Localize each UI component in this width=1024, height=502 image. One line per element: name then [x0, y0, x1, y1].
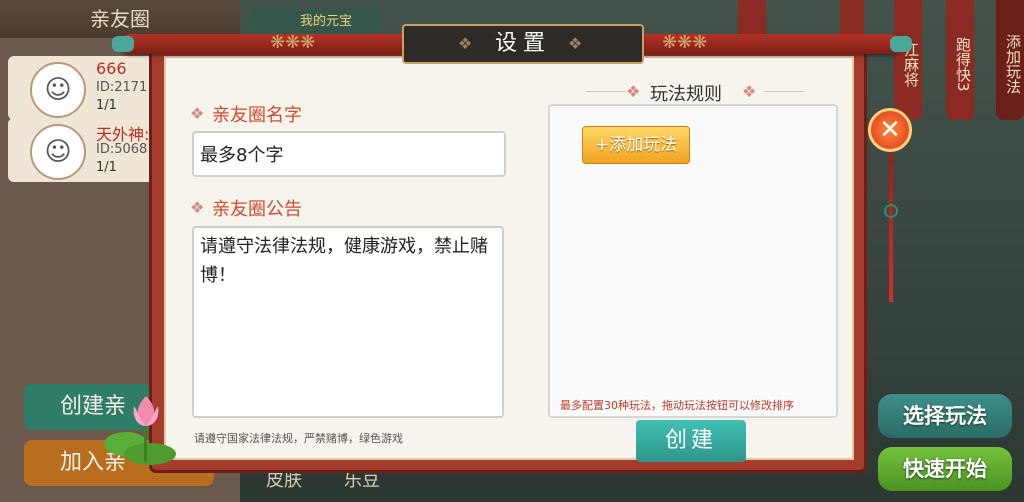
knot-icon: ❖ — [626, 82, 641, 101]
rod-cap-left — [112, 36, 134, 52]
dialog-title: 设置 — [494, 31, 551, 56]
tassel — [889, 152, 893, 302]
tassel-knot — [884, 204, 898, 218]
rod-cap-right — [890, 36, 912, 52]
avatar: ☺ — [30, 124, 86, 180]
close-icon[interactable]: ✕ — [868, 108, 912, 152]
friend-circle-title: 亲友圈 — [0, 0, 240, 38]
lotus-decoration-icon — [104, 396, 176, 465]
add-mode-tab[interactable]: 添加玩法 — [996, 0, 1024, 120]
knot-icon: ❖ — [190, 198, 205, 217]
create-button[interactable]: 创建 — [636, 420, 746, 462]
friend-count: 1/1 — [96, 98, 117, 113]
mode-tab[interactable]: 江麻将 — [894, 0, 922, 120]
cloud-ornament-icon: ❋❋❋ — [662, 32, 708, 53]
circle-name-input[interactable]: 最多8个字 — [192, 131, 506, 177]
footer-hint: 请遵守国家法律法规，严禁赌博，绿色游戏 — [194, 432, 403, 445]
circle-notice-input[interactable]: 请遵守法律法规，健康游戏，禁止赌博！ — [192, 226, 504, 418]
divider — [586, 91, 626, 92]
divider — [764, 91, 804, 92]
name-label: 亲友圈名字 — [212, 105, 302, 126]
rules-hint: 最多配置30种玩法，拖动玩法按钮可以修改排序 — [560, 399, 794, 412]
quick-start-button[interactable]: 快速开始 — [878, 447, 1012, 491]
add-rule-button[interactable]: +添加玩法 — [582, 126, 690, 164]
cloud-ornament-icon: ❋❋❋ — [270, 32, 316, 53]
knot-icon: ❖ — [190, 104, 205, 123]
knot-icon: ❖ — [568, 34, 583, 53]
notice-label: 亲友圈公告 — [212, 199, 302, 220]
friend-count: 1/1 — [96, 160, 117, 175]
select-mode-button[interactable]: 选择玩法 — [878, 394, 1012, 438]
friend-name: 666 — [96, 59, 127, 78]
knot-icon: ❖ — [742, 82, 757, 101]
friend-id: ID:5068 — [96, 142, 148, 157]
rules-title: 玩法规则 — [650, 84, 722, 105]
friend-id: ID:2171 — [96, 80, 148, 95]
mode-tab[interactable]: 跑得快3 — [946, 0, 974, 120]
avatar: ☺ — [30, 62, 86, 118]
